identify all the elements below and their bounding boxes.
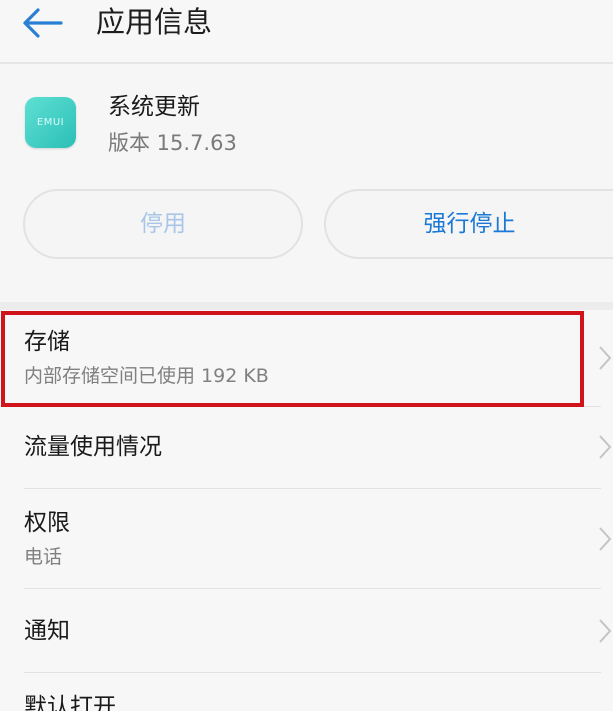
chevron-right-icon: [599, 346, 612, 370]
app-bar: 应用信息: [0, 0, 613, 64]
permissions-row[interactable]: 权限 电话: [0, 489, 613, 587]
app-info-section: EMUI 系统更新 版本 15.7.63 停用 强行停止: [0, 64, 613, 302]
open-by-default-row[interactable]: 默认打开: [0, 673, 613, 711]
page-title: 应用信息: [96, 5, 213, 39]
settings-list: 存储 内部存储空间已使用 192 KB 流量使用情况 权限 电话 通知 默认打开: [0, 310, 613, 711]
storage-row[interactable]: 存储 内部存储空间已使用 192 KB: [0, 310, 613, 406]
chevron-right-icon: [599, 527, 612, 551]
permissions-subtitle: 电话: [24, 546, 63, 568]
arrow-left-icon[interactable]: [22, 6, 64, 40]
app-version: 版本 15.7.63: [108, 131, 237, 155]
open-by-default-title: 默认打开: [24, 694, 116, 711]
data-usage-title: 流量使用情况: [24, 434, 162, 460]
chevron-right-icon: [599, 435, 612, 459]
app-icon: EMUI: [25, 97, 76, 148]
app-name: 系统更新: [108, 94, 200, 120]
notifications-title: 通知: [24, 618, 70, 644]
chevron-right-icon: [599, 619, 612, 643]
app-icon-label: EMUI: [36, 117, 65, 128]
force-stop-button[interactable]: 强行停止: [324, 189, 613, 259]
disable-button[interactable]: 停用: [23, 189, 303, 259]
notifications-row[interactable]: 通知: [0, 589, 613, 671]
storage-title: 存储: [24, 329, 70, 355]
permissions-title: 权限: [24, 510, 70, 536]
data-usage-row[interactable]: 流量使用情况: [0, 407, 613, 487]
section-divider: [0, 302, 613, 310]
storage-subtitle: 内部存储空间已使用 192 KB: [24, 365, 269, 387]
